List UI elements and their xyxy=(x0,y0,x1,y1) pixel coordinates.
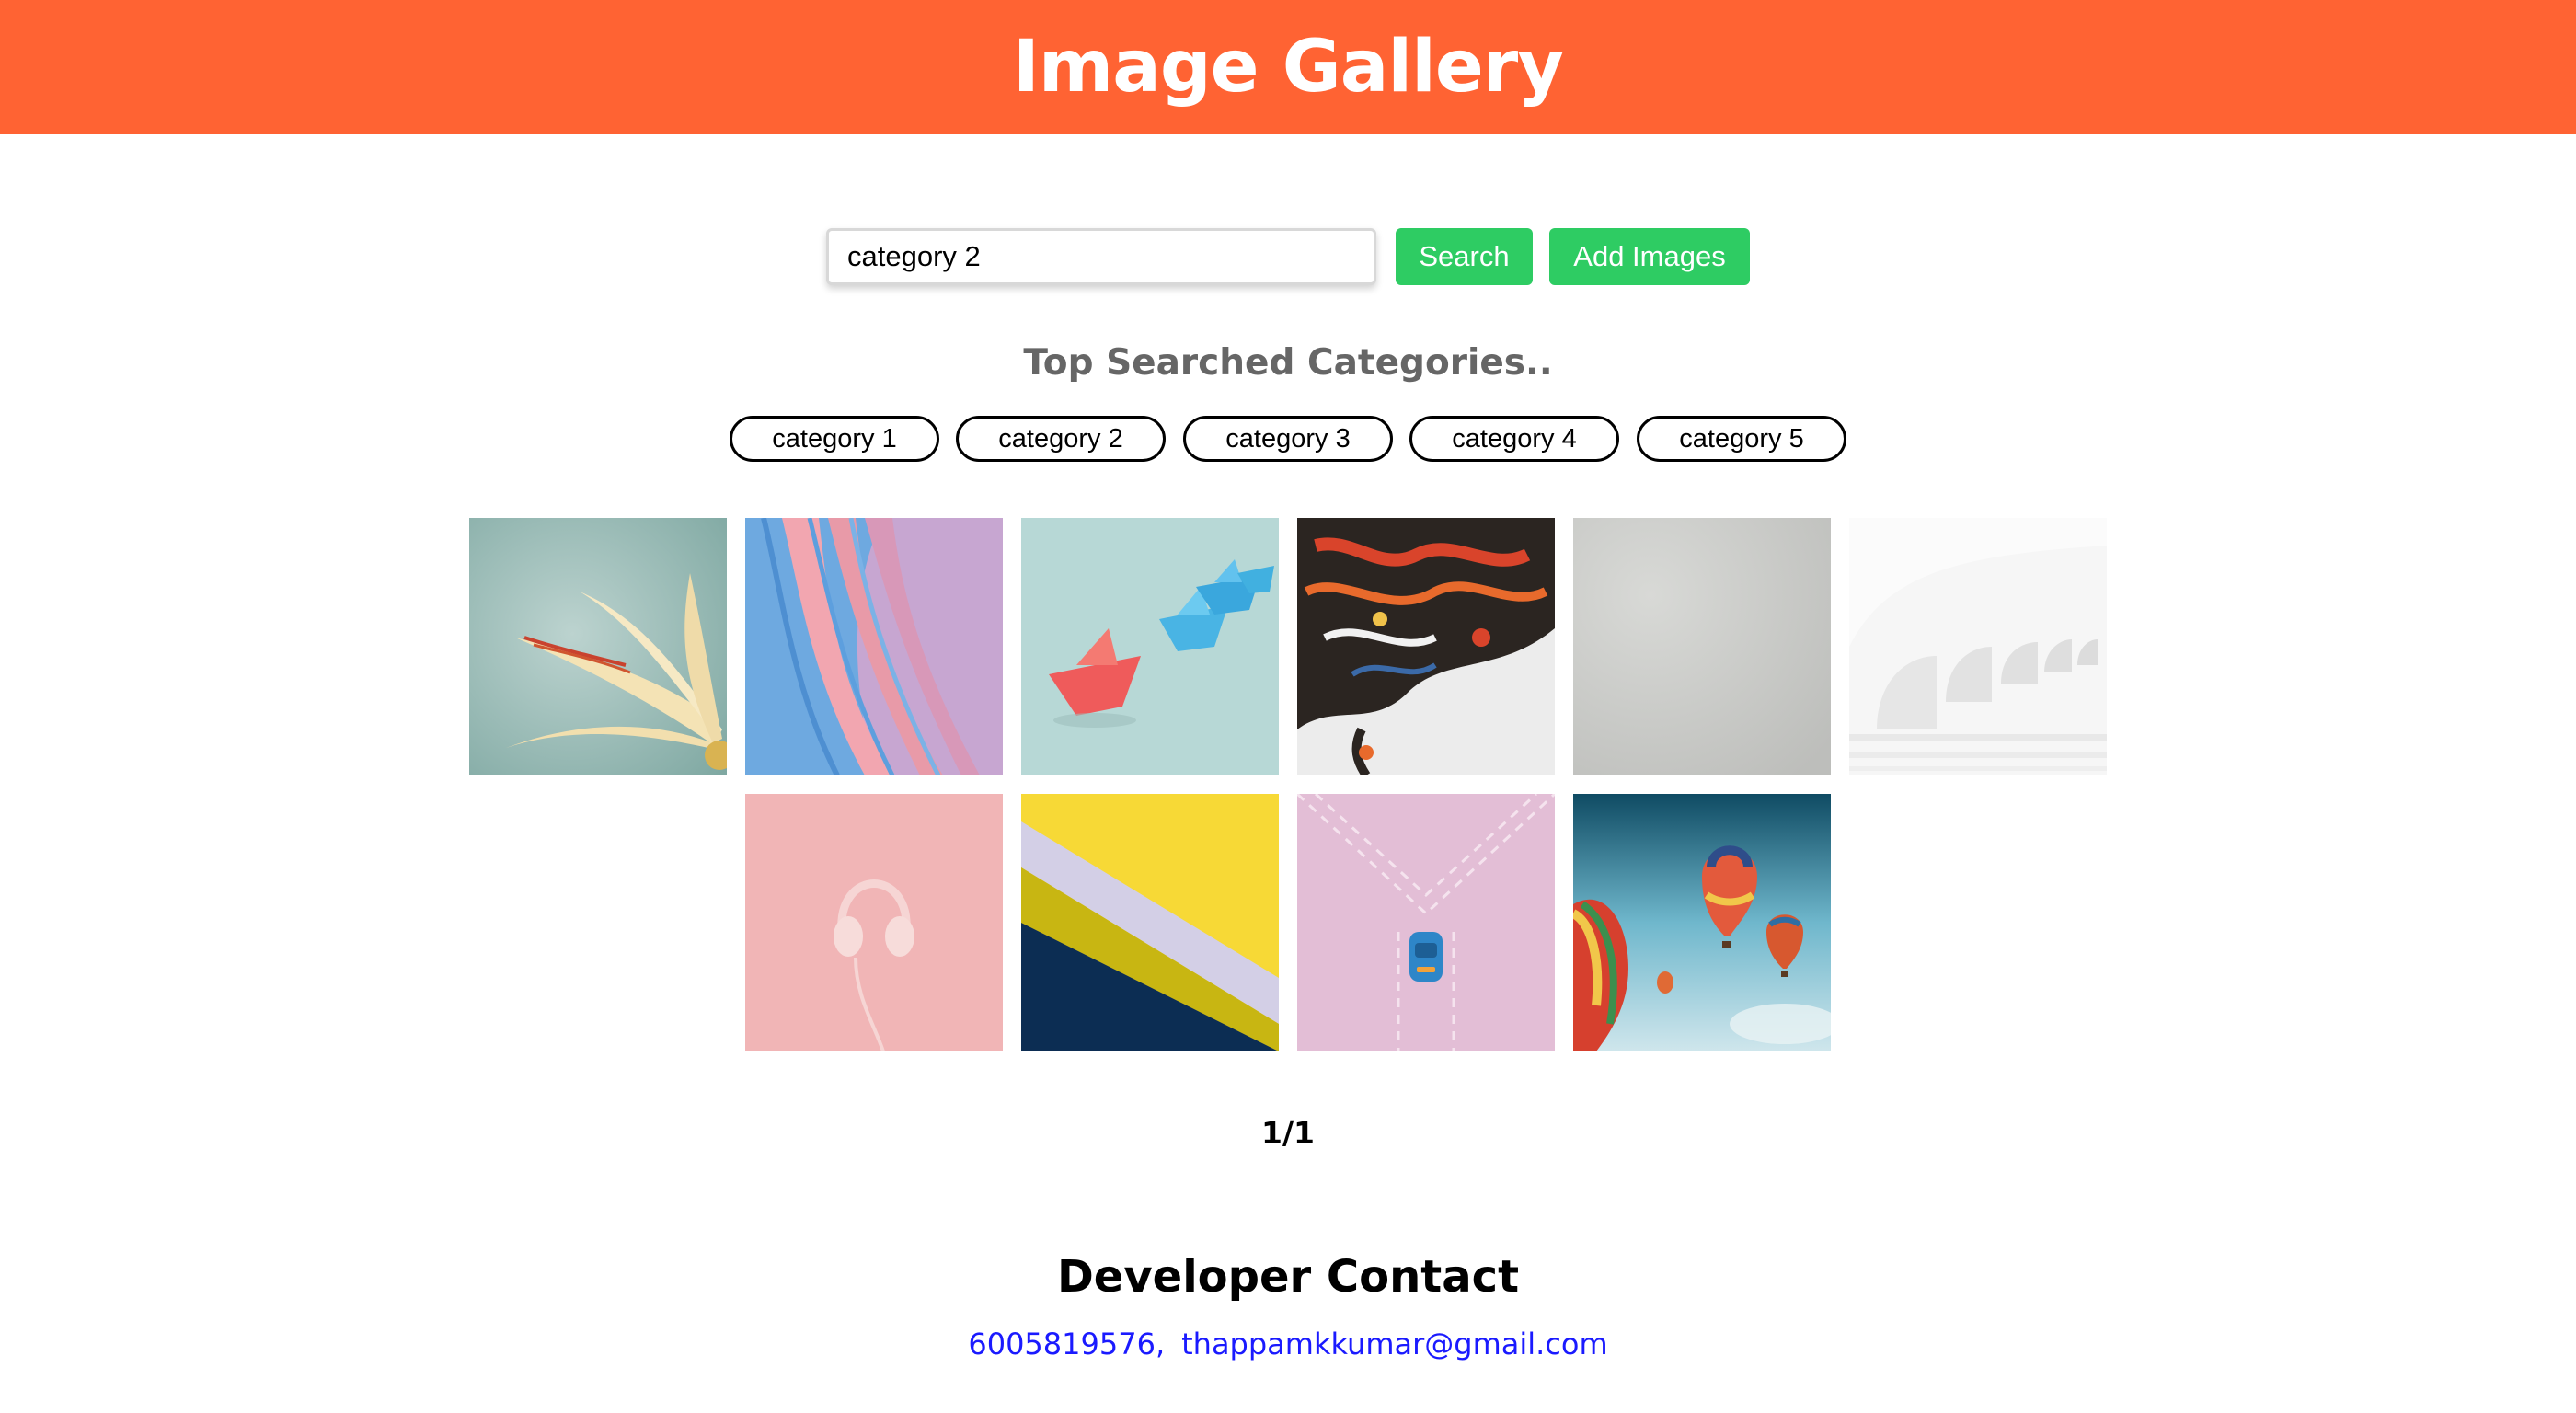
grey-wall-texture-image xyxy=(1573,518,1831,775)
top-categories-heading: Top Searched Categories.. xyxy=(1023,342,1553,384)
gallery-image-balloons[interactable] xyxy=(1573,794,1831,1051)
fluid-paint-art-image xyxy=(1297,518,1555,775)
toy-car-on-pink-image xyxy=(1297,794,1555,1051)
search-bar: Search Add Images xyxy=(0,228,2576,285)
developer-contact-title: Developer Contact xyxy=(1056,1251,1520,1303)
gallery-image-waves[interactable] xyxy=(745,518,1003,775)
search-input[interactable] xyxy=(826,228,1376,285)
gallery-image-paint[interactable] xyxy=(1297,518,1555,775)
paper-boats-image xyxy=(1021,518,1279,775)
category-chip[interactable]: category 1 xyxy=(730,416,939,462)
white-arches-image xyxy=(1849,518,2107,775)
search-button[interactable]: Search xyxy=(1396,228,1533,285)
email-link[interactable]: thappamkkumar@gmail.com xyxy=(1181,1327,1608,1361)
phone-link[interactable]: 6005819576, xyxy=(968,1327,1165,1361)
gallery-image-stripes[interactable] xyxy=(1021,794,1279,1051)
category-chip[interactable]: category 5 xyxy=(1637,416,1846,462)
yellow-flower-image xyxy=(469,518,727,775)
hot-air-balloons-image xyxy=(1573,794,1831,1051)
pagination-indicator: 1/1 xyxy=(1261,1115,1315,1151)
geometric-stripes-image xyxy=(1021,794,1279,1051)
add-images-button[interactable]: Add Images xyxy=(1549,228,1750,285)
gallery-image-headphones[interactable] xyxy=(745,794,1003,1051)
gallery-image-arches[interactable] xyxy=(1849,518,2107,775)
category-chip[interactable]: category 2 xyxy=(956,416,1166,462)
page-header: Image Gallery xyxy=(0,0,2576,134)
category-chip[interactable]: category 4 xyxy=(1409,416,1619,462)
pink-headphones-image xyxy=(745,794,1003,1051)
gallery-image-boats[interactable] xyxy=(1021,518,1279,775)
image-gallery xyxy=(0,0,2576,1413)
category-chip[interactable]: category 3 xyxy=(1183,416,1393,462)
page-title: Image Gallery xyxy=(1012,26,1564,109)
pastel-wave-sculpture-image xyxy=(745,518,1003,775)
category-chips: category 1 category 2 category 3 categor… xyxy=(730,416,1846,462)
gallery-image-wall[interactable] xyxy=(1573,518,1831,775)
gallery-image-toy-car[interactable] xyxy=(1297,794,1555,1051)
gallery-image-flower[interactable] xyxy=(469,518,727,775)
developer-contact-info: 6005819576, thappamkkumar@gmail.com xyxy=(0,1327,2576,1361)
